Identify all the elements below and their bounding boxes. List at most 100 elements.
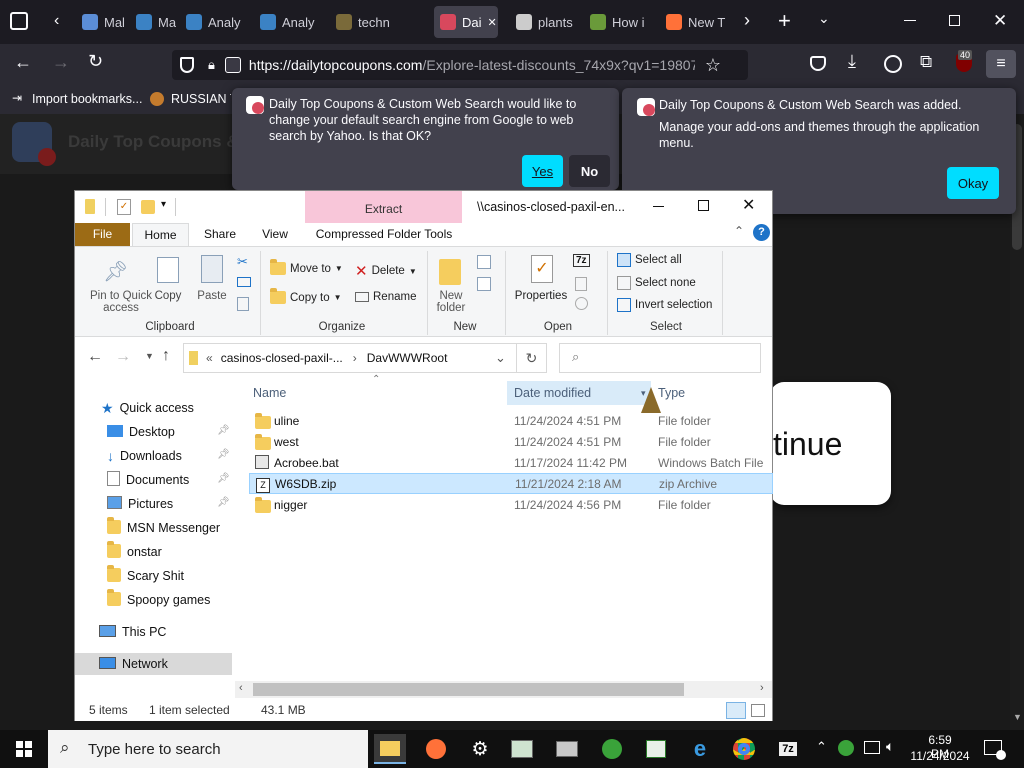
- nav-up-icon[interactable]: ↑: [162, 347, 170, 365]
- paste-shortcut-icon[interactable]: [237, 297, 249, 311]
- nav-item-downloads[interactable]: ↓ Downloads: [107, 445, 182, 467]
- tab-scroll-right-icon[interactable]: ›: [744, 10, 750, 31]
- select-none-button[interactable]: Select none: [617, 276, 696, 290]
- app-taskbar-icon-2[interactable]: [551, 734, 583, 764]
- bookmark-star-icon[interactable]: ☆: [705, 55, 721, 76]
- pinned-icon[interactable]: 📌︎: [217, 449, 230, 460]
- move-to-button[interactable]: Move to ▼: [270, 259, 343, 275]
- nav-item-desktop[interactable]: Desktop: [107, 421, 175, 443]
- column-type[interactable]: Type: [658, 381, 758, 405]
- account-icon[interactable]: [884, 55, 902, 73]
- browser-tab[interactable]: plants: [510, 6, 578, 38]
- delete-button[interactable]: ✕ Delete ▼: [355, 262, 417, 280]
- copy-button[interactable]: Copy: [151, 290, 185, 302]
- internet-explorer-taskbar-icon[interactable]: e: [684, 734, 716, 764]
- tab-close-icon[interactable]: ✕: [488, 16, 497, 29]
- firefox-taskbar-icon[interactable]: [420, 734, 452, 764]
- tab-share[interactable]: Share: [197, 227, 243, 241]
- chrome-taskbar-icon[interactable]: [728, 734, 760, 764]
- lock-icon[interactable]: 🔒︎: [208, 57, 215, 73]
- recent-locations-icon[interactable]: ▼: [145, 351, 154, 361]
- app-taskbar-icon-1[interactable]: [506, 734, 538, 764]
- qat-customize-icon[interactable]: ▾: [161, 199, 166, 210]
- network-tray-icon[interactable]: [864, 741, 880, 754]
- large-icons-view-icon[interactable]: [751, 704, 765, 717]
- tab-home[interactable]: Home: [132, 223, 189, 247]
- messenger-taskbar-icon[interactable]: [596, 734, 628, 764]
- tray-overflow-icon[interactable]: ⌃: [816, 739, 827, 755]
- no-button[interactable]: No: [569, 155, 610, 187]
- permissions-icon[interactable]: [224, 57, 241, 73]
- new-item-icon[interactable]: [477, 255, 491, 269]
- yes-button[interactable]: Yes: [522, 155, 563, 187]
- nav-back-icon[interactable]: ←: [87, 348, 103, 366]
- nav-item-pictures[interactable]: Pictures: [107, 493, 173, 515]
- url-bar[interactable]: 🔒︎ https://dailytopcoupons.com/Explore-l…: [172, 50, 748, 80]
- app-taskbar-icon-3[interactable]: [640, 734, 672, 764]
- continue-button[interactable]: tinue: [770, 382, 891, 505]
- pocket-icon[interactable]: [810, 56, 826, 71]
- file-row[interactable]: uline 11/24/2024 4:51 PM File folder: [249, 410, 773, 431]
- context-tab-extract[interactable]: Extract: [305, 191, 462, 223]
- volume-tray-icon[interactable]: 🔈︎: [886, 738, 894, 755]
- restore-icon[interactable]: [949, 15, 960, 26]
- bookmark-russian[interactable]: RUSSIAN TI: [171, 92, 231, 106]
- qat-new-folder-icon[interactable]: [141, 200, 155, 214]
- explorer-maximize-icon[interactable]: [698, 200, 709, 211]
- browser-tab[interactable]: Malw: [130, 6, 176, 38]
- search-box[interactable]: ⌕: [559, 343, 761, 373]
- close-window-icon[interactable]: ✕: [993, 11, 1007, 31]
- tab-overview-icon[interactable]: [10, 12, 28, 30]
- copy-to-button[interactable]: Copy to ▼: [270, 288, 342, 304]
- browser-tab[interactable]: How i: [584, 6, 654, 38]
- properties-button[interactable]: Properties: [511, 290, 571, 302]
- address-overflow[interactable]: «: [206, 351, 213, 365]
- column-date-modified[interactable]: Date modified ▾: [507, 381, 651, 405]
- browser-tab[interactable]: Analy: [180, 6, 248, 38]
- browser-tab[interactable]: New T: [660, 6, 730, 38]
- details-view-icon[interactable]: [726, 702, 746, 719]
- easy-access-icon[interactable]: [477, 277, 491, 291]
- settings-taskbar-icon[interactable]: ⚙: [464, 734, 496, 764]
- refresh-button[interactable]: ↻: [517, 343, 547, 373]
- tab-scroll-left-icon[interactable]: ‹: [54, 12, 59, 30]
- explorer-minimize-icon[interactable]: [653, 206, 664, 207]
- copy-path-icon[interactable]: [237, 277, 251, 287]
- start-button[interactable]: [0, 730, 48, 768]
- browser-tab[interactable]: Analy: [254, 6, 324, 38]
- horizontal-scrollbar[interactable]: ‹ ›: [235, 681, 772, 698]
- column-name[interactable]: Name: [253, 381, 503, 405]
- pinned-icon[interactable]: 📌︎: [217, 473, 230, 484]
- tracking-protection-icon[interactable]: [180, 57, 194, 73]
- open-with-7z-icon[interactable]: 7z: [573, 254, 590, 267]
- new-folder-button[interactable]: New folder: [431, 290, 471, 314]
- nav-item-scary-shit[interactable]: Scary Shit: [107, 564, 184, 587]
- file-row[interactable]: Acrobee.bat 11/17/2024 11:42 PM Windows Ba…: [249, 452, 773, 473]
- file-explorer-taskbar-icon[interactable]: [374, 734, 406, 764]
- back-icon[interactable]: ←: [14, 52, 32, 73]
- pinned-icon[interactable]: 📌︎: [217, 497, 230, 508]
- taskbar-search-box[interactable]: ⌕ Type here to search: [48, 730, 368, 768]
- tab-file[interactable]: File: [75, 223, 130, 246]
- horizontal-scrollbar-thumb[interactable]: [253, 683, 684, 696]
- breadcrumb-share[interactable]: casinos-closed-paxil-...: [221, 351, 343, 365]
- cut-icon[interactable]: ✂: [237, 254, 248, 270]
- reload-icon[interactable]: ↻: [88, 51, 103, 72]
- okay-button[interactable]: Okay: [947, 167, 999, 199]
- explorer-close-icon[interactable]: ✕: [742, 195, 755, 215]
- pin-to-quick-access-button[interactable]: Pin to Quick access: [81, 290, 161, 314]
- scroll-right-icon[interactable]: ›: [760, 682, 764, 694]
- file-row[interactable]: west 11/24/2024 4:51 PM File folder: [249, 431, 773, 452]
- rename-button[interactable]: Rename: [355, 291, 416, 303]
- browser-tab[interactable]: techn: [330, 6, 404, 38]
- address-dropdown-icon[interactable]: ⌄: [495, 350, 506, 366]
- forward-icon[interactable]: →: [52, 52, 70, 73]
- invert-selection-button[interactable]: Invert selection: [617, 298, 712, 312]
- scroll-left-icon[interactable]: ‹: [239, 682, 243, 694]
- paste-button[interactable]: Paste: [193, 290, 231, 302]
- pinned-icon[interactable]: 📌︎: [217, 425, 230, 436]
- 7zip-taskbar-icon[interactable]: 7z: [772, 734, 804, 764]
- nav-item-network[interactable]: Network: [75, 653, 232, 675]
- address-bar[interactable]: « casinos-closed-paxil-... › DavWWWRoot …: [183, 343, 517, 373]
- edit-icon[interactable]: [575, 277, 587, 291]
